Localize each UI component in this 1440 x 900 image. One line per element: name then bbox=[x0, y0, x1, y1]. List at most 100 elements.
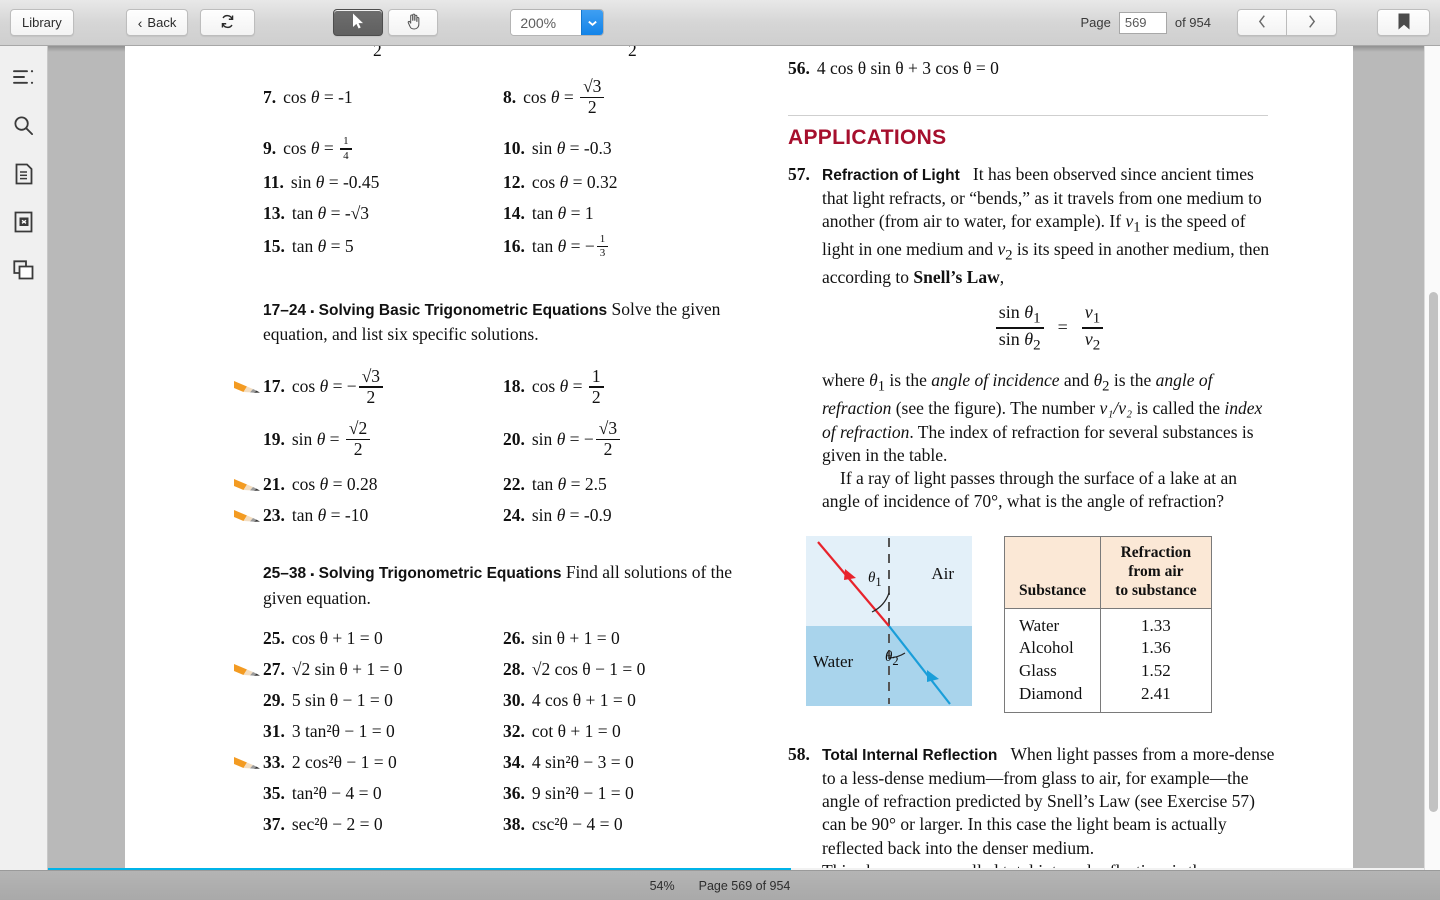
exercise-number: 36. bbox=[503, 783, 525, 804]
exercise-item[interactable]: 28. √2 cos θ − 1 = 0 bbox=[503, 659, 758, 680]
exercise-number: 21. bbox=[263, 474, 285, 495]
search-icon bbox=[13, 115, 34, 141]
zoom-control[interactable]: 200% bbox=[510, 9, 605, 36]
exercise-item[interactable]: 23. tan θ = -10 bbox=[234, 505, 503, 526]
exercise-row: 29. 5 sin θ − 1 = 0 30. 4 cos θ + 1 = 0 bbox=[263, 690, 783, 711]
exercise-item[interactable]: 13. tan θ = -√3 bbox=[263, 203, 503, 224]
status-bar: 54% Page 569 of 954 bbox=[0, 870, 1440, 900]
back-label: Back bbox=[147, 15, 177, 30]
pencil-icon bbox=[233, 662, 261, 678]
page-status: Page 569 of 954 bbox=[698, 878, 791, 893]
exercise-item[interactable]: 8. cos θ = √3 2 bbox=[503, 77, 758, 116]
exercise-number: 15. bbox=[263, 235, 285, 256]
snells-law-formula: sin θ1 sin θ2 = v1 v2 bbox=[822, 303, 1277, 353]
exercise-item[interactable]: 21. cos θ = 0.28 bbox=[234, 474, 503, 495]
exercise-item[interactable]: 10. sin θ = -0.3 bbox=[503, 136, 758, 161]
exercise-item[interactable]: 31. 3 tan²θ − 1 = 0 bbox=[263, 721, 503, 742]
zoom-value[interactable]: 200% bbox=[511, 10, 582, 35]
exercise-item[interactable]: 38. csc²θ − 4 = 0 bbox=[503, 814, 758, 835]
exercise-row: 27. √2 sin θ + 1 = 0 28. √2 cos θ − 1 = … bbox=[234, 659, 783, 680]
exercise-item[interactable]: 32. cot θ + 1 = 0 bbox=[503, 721, 758, 742]
exercise-item[interactable]: 30. 4 cos θ + 1 = 0 bbox=[503, 690, 758, 711]
exercise-row: 7. cos θ = -1 8. cos θ = √3 2 bbox=[263, 77, 783, 116]
exercise-body-continued: where θ1 is the angle of incidence and θ… bbox=[822, 370, 1263, 465]
cell-substance: Alcohol bbox=[1003, 637, 1102, 660]
exercise-item-57[interactable]: 57. Refraction of Light It has been obse… bbox=[788, 163, 1288, 514]
exercise-item[interactable]: 35. tan²θ − 4 = 0 bbox=[263, 783, 503, 804]
exercise-item[interactable]: 26. sin θ + 1 = 0 bbox=[503, 628, 758, 649]
exercise-item[interactable]: 22. tan θ = 2.5 bbox=[503, 474, 758, 495]
exercise-item[interactable]: 34. 4 sin²θ − 3 = 0 bbox=[503, 752, 758, 773]
back-button[interactable]: ‹ Back bbox=[125, 9, 189, 36]
fraction: √2 2 bbox=[345, 420, 371, 458]
exercise-item[interactable]: 25. cos θ + 1 = 0 bbox=[263, 628, 503, 649]
sidebar-item-outline[interactable] bbox=[0, 56, 48, 104]
exercise-item[interactable]: 12. cos θ = 0.32 bbox=[503, 172, 758, 193]
exercise-item[interactable]: 20. sin θ = − √3 2 bbox=[503, 420, 758, 458]
exercise-expression: √2 sin θ + 1 = 0 bbox=[291, 659, 403, 680]
numerator: v1 bbox=[1084, 301, 1101, 327]
sidebar-item-document[interactable] bbox=[0, 152, 48, 200]
exercise-item[interactable]: 7. cos θ = -1 bbox=[263, 78, 503, 116]
section-title: Solving Basic Trigonometric Equations bbox=[318, 301, 608, 319]
hand-tool-button[interactable] bbox=[388, 9, 439, 36]
page-input[interactable] bbox=[1118, 11, 1167, 34]
sidebar-item-search[interactable] bbox=[0, 104, 48, 152]
exercise-item[interactable]: 18. cos θ = 1 2 bbox=[503, 367, 758, 406]
exercise-expression: csc²θ − 4 = 0 bbox=[531, 814, 623, 835]
library-button[interactable]: Library bbox=[10, 9, 74, 36]
fraction-left: sin θ1 sin θ2 bbox=[995, 303, 1044, 353]
exercise-item[interactable]: 29. 5 sin θ − 1 = 0 bbox=[263, 690, 503, 711]
exercise-number: 32. bbox=[503, 721, 525, 742]
exercise-item-58[interactable]: 58. Total Internal Reflection When light… bbox=[788, 743, 1288, 870]
bookmark-button[interactable] bbox=[1377, 9, 1430, 36]
sidebar-item-thumbnails[interactable] bbox=[0, 248, 48, 296]
exercise-expression: cos θ + 1 = 0 bbox=[291, 628, 383, 649]
exercise-item[interactable]: 9. cos θ = 1 4 bbox=[263, 136, 503, 161]
exercise-expression: 2 cos²θ − 1 = 0 bbox=[291, 752, 397, 773]
exercise-body-question: If a ray of light passes through the sur… bbox=[822, 468, 1237, 512]
exercise-item[interactable]: 14. tan θ = 1 bbox=[503, 203, 758, 224]
exercise-item[interactable]: 27. √2 sin θ + 1 = 0 bbox=[234, 659, 503, 680]
vertical-scrollbar-track[interactable] bbox=[1424, 46, 1440, 870]
exercise-item[interactable]: 56. 4 cos θ sin θ + 3 cos θ = 0 bbox=[788, 58, 1288, 79]
exercise-expression: tan θ = − 1 3 bbox=[532, 233, 610, 259]
exercise-item[interactable]: 24. sin θ = -0.9 bbox=[503, 505, 758, 526]
document-viewer[interactable]: 2 2 7. cos θ = -1 8. cos θ = √3 2 9. cos… bbox=[48, 46, 1440, 870]
exercise-expression: sin θ = -0.9 bbox=[531, 505, 612, 526]
exercise-expression: tan θ = -√3 bbox=[291, 202, 370, 223]
exercise-item[interactable]: 36. 9 sin²θ − 1 = 0 bbox=[503, 783, 758, 804]
exercise-row: 13. tan θ = -√3 14. tan θ = 1 bbox=[263, 203, 783, 224]
reload-button[interactable] bbox=[200, 9, 256, 36]
table-header-row: Substance Refraction from air to substan… bbox=[1003, 535, 1212, 609]
exercise-block-25-38: 25. cos θ + 1 = 0 26. sin θ + 1 = 0 27. … bbox=[234, 628, 783, 835]
section-heading-17-24: 17–24 ▪ Solving Basic Trigonometric Equa… bbox=[263, 297, 763, 348]
exercise-item[interactable]: 37. sec²θ − 2 = 0 bbox=[263, 814, 503, 835]
table-row: Water 1.33 bbox=[1003, 608, 1212, 638]
select-tool-button[interactable] bbox=[333, 9, 384, 36]
applications-heading: APPLICATIONS bbox=[788, 126, 947, 149]
toolbar: Library ‹ Back 200% Page 569 of 954 bbox=[0, 0, 1440, 46]
pencil-icon bbox=[233, 508, 261, 524]
chevron-down-icon[interactable] bbox=[581, 10, 604, 35]
exercise-item[interactable]: 17. cos θ = − √3 2 bbox=[234, 367, 503, 406]
exercise-item[interactable]: 16. tan θ = − 1 3 bbox=[503, 233, 758, 259]
previous-page-button[interactable] bbox=[1237, 9, 1287, 36]
sidebar bbox=[0, 46, 48, 870]
exercise-number: 37. bbox=[263, 814, 285, 835]
exercise-item[interactable]: 19. sin θ = √2 2 bbox=[263, 420, 503, 458]
exercise-title: Refraction of Light bbox=[822, 167, 960, 184]
vertical-scrollbar-thumb[interactable] bbox=[1428, 292, 1438, 812]
exercise-number: 31. bbox=[263, 721, 285, 742]
exercise-item[interactable]: 11. sin θ = -0.45 bbox=[263, 172, 503, 193]
left-column: 7. cos θ = -1 8. cos θ = √3 2 9. cos θ =… bbox=[234, 46, 783, 870]
annotations-icon bbox=[14, 211, 33, 238]
exercise-item[interactable]: 33. 2 cos²θ − 1 = 0 bbox=[234, 752, 503, 773]
exercise-expression: 4 cos θ sin θ + 3 cos θ = 0 bbox=[816, 58, 999, 78]
sidebar-item-annotations[interactable] bbox=[0, 200, 48, 248]
table-row: Glass 1.52 bbox=[1003, 659, 1212, 683]
exercise-expression: 9 sin²θ − 1 = 0 bbox=[531, 783, 634, 804]
exercise-item[interactable]: 15. tan θ = 5 bbox=[263, 234, 503, 259]
next-page-button[interactable] bbox=[1287, 9, 1337, 36]
exercise-number: 25. bbox=[263, 628, 285, 649]
